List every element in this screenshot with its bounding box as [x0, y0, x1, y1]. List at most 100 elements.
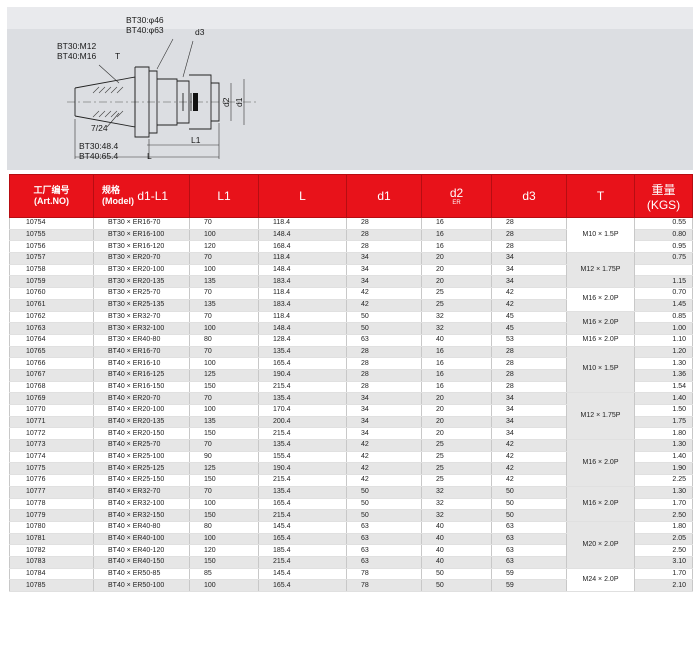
art-no-cell: 10780 — [9, 521, 94, 534]
table-row: 10773 BT40 × ER25-70 70 135.4 42 25 42 M16 × 2.… — [9, 439, 693, 487]
d2-cell: 20 — [421, 416, 492, 429]
d2-cell: 16 — [421, 381, 492, 394]
weight-cell: 2.25 — [634, 474, 693, 487]
d3-cell: 59 — [491, 568, 567, 581]
art-no-cell: 10762 — [9, 311, 94, 324]
d2-cell: 25 — [421, 299, 492, 312]
l-cell: 215.4 — [258, 381, 347, 394]
l1-cell: 80 — [189, 334, 259, 347]
l1-cell: 100 — [189, 322, 259, 335]
weight-cell: 1.00 — [634, 322, 693, 335]
d2-cell: 25 — [421, 451, 492, 464]
label-d3: d3 — [195, 27, 205, 37]
l-cell: 215.4 — [258, 509, 347, 522]
model-cell: BT40 × ER25-150 — [93, 474, 190, 487]
d1-cell: 28 — [346, 369, 422, 382]
art-no-cell: 10763 — [9, 322, 94, 335]
l-cell: 183.4 — [258, 299, 347, 312]
table-row: 10764 BT30 × ER40-80 80 128.4 63 40 53 M16 × 2.… — [9, 334, 693, 347]
l-cell: 200.4 — [258, 416, 347, 429]
l-cell: 128.4 — [258, 334, 347, 347]
model-cell: BT40 × ER50-85 — [93, 568, 190, 581]
d1-cell: 63 — [346, 521, 422, 534]
d1-cell: 42 — [346, 451, 422, 464]
l-cell: 118.4 — [258, 311, 347, 324]
d3-cell: 34 — [491, 416, 567, 429]
d1-cell: 63 — [346, 556, 422, 569]
d2-cell: 40 — [421, 521, 492, 534]
d3-cell: 45 — [491, 311, 567, 324]
weight-cell — [634, 264, 693, 277]
weight-cell: 1.15 — [634, 275, 693, 289]
l1-cell: 100 — [189, 579, 259, 592]
d2-cell: 25 — [421, 439, 492, 452]
d1-cell: 63 — [346, 533, 422, 546]
l-cell: 215.4 — [258, 556, 347, 569]
d1-cell: 34 — [346, 416, 422, 429]
l-cell: 165.4 — [258, 533, 347, 546]
model-cell: BT30 × ER25-135 — [93, 299, 190, 312]
label-bt40-len: BT40:65.4 — [79, 151, 118, 161]
d1-cell: 42 — [346, 462, 422, 476]
label-d1: d1 — [234, 97, 244, 107]
d2-cell: 25 — [421, 287, 492, 300]
l1-cell: 85 — [189, 568, 259, 581]
table-row: 10757 BT30 × ER20-70 70 118.4 34 20 34 M12 × 1.… — [9, 252, 693, 289]
model-cell: BT40 × ER25-70 — [93, 439, 190, 452]
l-cell: 135.4 — [258, 346, 347, 359]
d2-cell: 32 — [421, 311, 492, 324]
d2-cell: 25 — [421, 462, 492, 476]
model-cell: BT30 × ER16-120 — [93, 240, 190, 254]
d1-cell: 28 — [346, 217, 422, 230]
l1-cell: 125 — [189, 462, 259, 476]
header-model: 规格 (Model) d1-L1 — [93, 174, 190, 218]
art-no-cell: 10776 — [9, 474, 94, 487]
l1-cell: 90 — [189, 451, 259, 464]
d3-cell: 42 — [491, 439, 567, 452]
l1-cell: 70 — [189, 252, 259, 265]
d3-cell: 50 — [491, 498, 567, 511]
d1-cell: 28 — [346, 229, 422, 242]
d3-cell: 53 — [491, 334, 567, 347]
d2-cell: 20 — [421, 264, 492, 277]
model-cell: BT40 × ER16-150 — [93, 381, 190, 394]
model-cell: BT40 × ER16-70 — [93, 346, 190, 359]
l1-cell: 150 — [189, 427, 259, 441]
header-t: T — [566, 174, 635, 218]
l1-cell: 70 — [189, 486, 259, 499]
weight-cell: 2.50 — [634, 509, 693, 522]
l-cell: 118.4 — [258, 217, 347, 230]
l1-cell: 100 — [189, 404, 259, 417]
l-cell: 135.4 — [258, 486, 347, 499]
weight-cell: 2.05 — [634, 533, 693, 546]
d3-cell: 28 — [491, 229, 567, 242]
l-cell: 148.4 — [258, 229, 347, 242]
d2-cell: 25 — [421, 474, 492, 487]
weight-cell: 1.36 — [634, 369, 693, 382]
model-cell: BT40 × ER50-100 — [93, 579, 190, 592]
d2-cell: 16 — [421, 369, 492, 382]
t-thread-cell: M16 × 2.0P — [566, 287, 635, 312]
d3-cell: 59 — [491, 579, 567, 592]
art-no-cell: 10764 — [9, 334, 94, 347]
l-cell: 190.4 — [258, 369, 347, 382]
d3-cell: 28 — [491, 369, 567, 382]
t-thread-cell: M10 × 1.5P — [566, 346, 635, 394]
art-no-cell: 10757 — [9, 252, 94, 265]
art-no-cell: 10767 — [9, 369, 94, 382]
spec-table: 工厂编号 (Art.NO) 规格 (Model) d1-L1 L1 L d1 d… — [9, 174, 693, 593]
l1-cell: 100 — [189, 498, 259, 511]
d1-cell: 42 — [346, 474, 422, 487]
t-thread-cell: M16 × 2.0P — [566, 486, 635, 522]
table-row: 10780 BT40 × ER40-80 80 145.4 63 40 63 M20 × 2.… — [9, 521, 693, 569]
table-row: 10777 BT40 × ER32-70 70 135.4 50 32 50 M16 × 2.… — [9, 486, 693, 522]
model-cell: BT40 × ER40-100 — [93, 533, 190, 546]
table-row: 10754 BT30 × ER16-70 70 118.4 28 16 28 M10 × 1.… — [9, 217, 693, 254]
d3-cell: 63 — [491, 533, 567, 546]
d2-cell: 20 — [421, 275, 492, 289]
label-d2: d2 — [221, 97, 231, 107]
d3-cell: 34 — [491, 275, 567, 289]
d3-cell: 34 — [491, 252, 567, 265]
d1-cell: 42 — [346, 287, 422, 300]
l1-cell: 150 — [189, 509, 259, 522]
